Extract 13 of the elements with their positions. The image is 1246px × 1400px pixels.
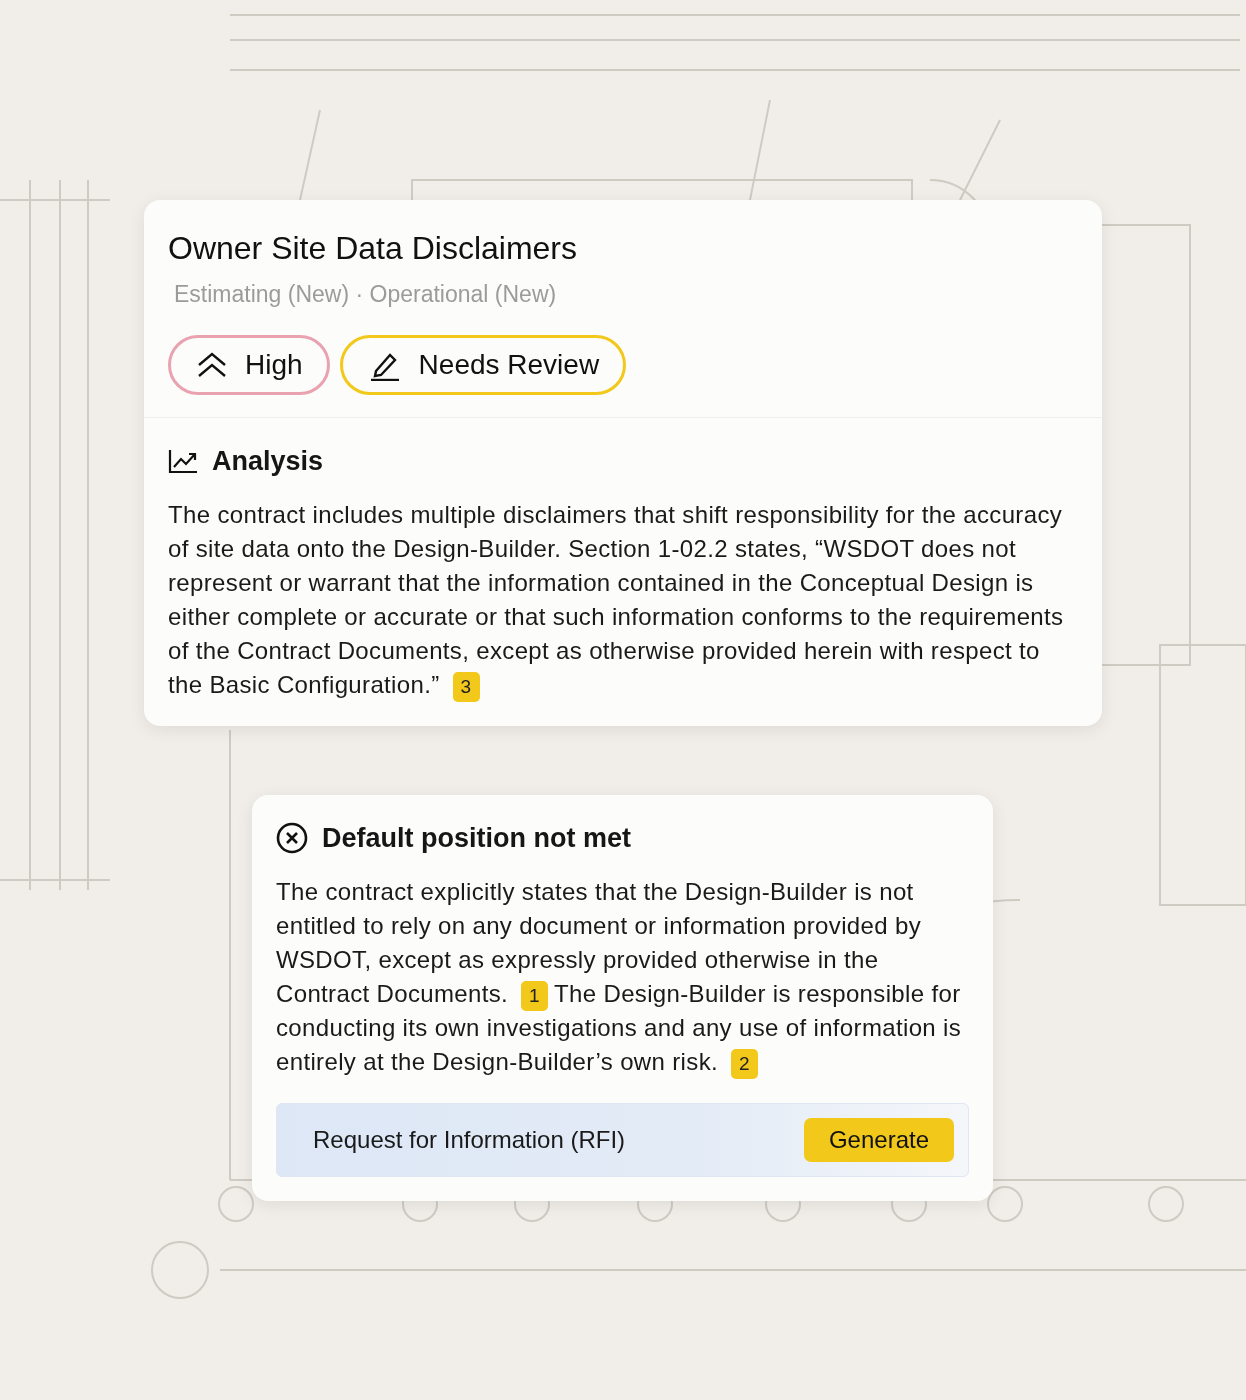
rfi-label: Request for Information (RFI) xyxy=(313,1126,626,1154)
badge-label: Needs Review xyxy=(418,349,600,381)
line-chart-icon xyxy=(168,448,198,474)
finding-subtitle: Estimating (New) · Operational (New) xyxy=(174,280,558,309)
body-text: The contract includes multiple disclaimers that shift responsibility for the accuracy of site data onto the Design-Builder. Section 1-02.2 states, “WSDOT does not represent or warrant that the information contained in the Conceptual Design is either complete or accurate or that such information conforms to the requirements of the Contract Documents, except as otherwise provided herein with respect to the Basic Configuration.” 3 xyxy=(168,498,1078,702)
finding-title: Owner Site Data Disclaimers xyxy=(168,229,578,268)
generate-button[interactable]: Generate xyxy=(803,1118,954,1162)
result-heading: Default position not met xyxy=(322,822,631,855)
double-chevron-up-icon xyxy=(197,352,227,378)
x-circle-icon xyxy=(276,822,308,854)
badge-label: High xyxy=(245,349,303,381)
section-heading: Analysis xyxy=(212,445,324,478)
body-text: The contract explicitly states that the Design-Builder is not entitled to rely on any document or information provided by WSDOT, except as expressly provided otherwise in the Contract Documents. 1 The Design-Builder is responsible for conducting its own investigations and any use of information is entirely at the Design-Builder’s own risk. 2 xyxy=(276,875,969,1079)
